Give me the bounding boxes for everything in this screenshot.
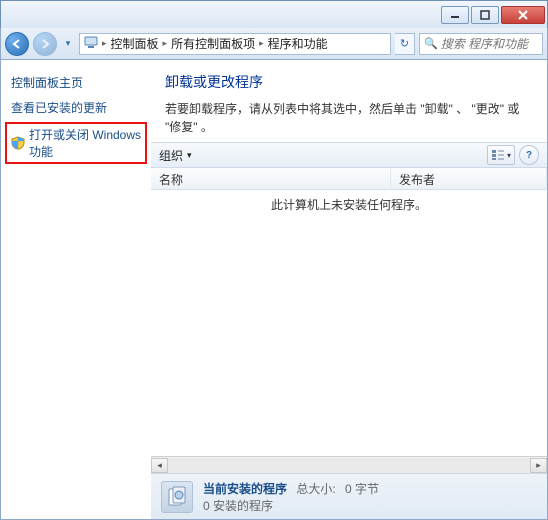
chevron-down-icon: ▾ [187,150,192,161]
footer-count: 0 安装的程序 [203,497,379,514]
window-titlebar [0,0,548,28]
page-title: 卸载或更改程序 [165,72,533,92]
column-name[interactable]: 名称 [151,168,391,189]
list-header: 名称 发布者 [151,168,547,190]
shield-icon [11,136,25,150]
content-pane: 卸载或更改程序 若要卸载程序，请从列表中将其选中，然后单击 "卸载" 、 "更改… [151,60,547,519]
search-input[interactable] [441,37,538,51]
navigation-bar: ▾ ▸ 控制面板 ▸ 所有控制面板项 ▸ 程序和功能 ↻ 🔍 [0,28,548,60]
content-header: 卸载或更改程序 若要卸载程序，请从列表中将其选中，然后单击 "卸载" 、 "更改… [151,60,547,142]
footer-size-value: 0 字节 [345,482,379,496]
page-subtext: 若要卸载程序，请从列表中将其选中，然后单击 "卸载" 、 "更改" 或 "修复"… [165,100,533,136]
search-box[interactable]: 🔍 [419,33,543,55]
refresh-button[interactable]: ↻ [395,33,415,55]
back-button[interactable] [5,32,29,56]
maximize-button[interactable] [471,6,499,24]
sidebar-updates-link[interactable]: 查看已安装的更新 [1,95,151,120]
chevron-right-icon: ▸ [259,38,264,49]
computer-icon [84,35,98,52]
programs-icon [161,481,193,513]
view-options-button[interactable]: ▾ [487,145,515,165]
breadcrumb-seg[interactable]: 程序和功能 [268,35,328,52]
breadcrumb-seg[interactable]: 所有控制面板项 [171,35,255,52]
close-button[interactable] [501,6,545,24]
scroll-track[interactable] [168,458,530,473]
footer-size-label: 总大小: [296,482,335,496]
nav-history-dropdown[interactable]: ▾ [61,32,75,56]
column-publisher[interactable]: 发布者 [391,168,547,189]
organize-button[interactable]: 组织 ▾ [159,147,192,164]
details-pane: 当前安装的程序 总大小: 0 字节 0 安装的程序 [151,473,547,519]
chevron-right-icon: ▸ [163,38,168,49]
horizontal-scrollbar[interactable]: ◂ ▸ [151,456,547,473]
program-list[interactable]: 此计算机上未安装任何程序。 [151,190,547,456]
chevron-down-icon: ▾ [507,151,511,160]
organize-label: 组织 [159,147,183,164]
main-area: 控制面板主页 查看已安装的更新 打开或关闭 Windows 功能 卸载或更改程序… [0,60,548,520]
sidebar-home-link[interactable]: 控制面板主页 [1,70,151,95]
help-button[interactable]: ? [519,145,539,165]
sidebar-item-label: 打开或关闭 Windows 功能 [29,126,141,160]
scroll-left-button[interactable]: ◂ [151,458,168,473]
address-bar[interactable]: ▸ 控制面板 ▸ 所有控制面板项 ▸ 程序和功能 [79,33,391,55]
breadcrumb-seg[interactable]: 控制面板 [111,35,159,52]
sidebar: 控制面板主页 查看已安装的更新 打开或关闭 Windows 功能 [1,60,151,519]
chevron-right-icon: ▸ [102,38,107,49]
footer-text: 当前安装的程序 总大小: 0 字节 0 安装的程序 [203,480,379,514]
toolbar: 组织 ▾ ▾ ? [151,142,547,168]
scroll-right-button[interactable]: ▸ [530,458,547,473]
footer-title: 当前安装的程序 [203,482,287,496]
search-icon: 🔍 [424,37,438,50]
minimize-button[interactable] [441,6,469,24]
empty-message: 此计算机上未安装任何程序。 [151,190,547,213]
sidebar-windows-features-link[interactable]: 打开或关闭 Windows 功能 [5,122,147,164]
forward-button[interactable] [33,32,57,56]
